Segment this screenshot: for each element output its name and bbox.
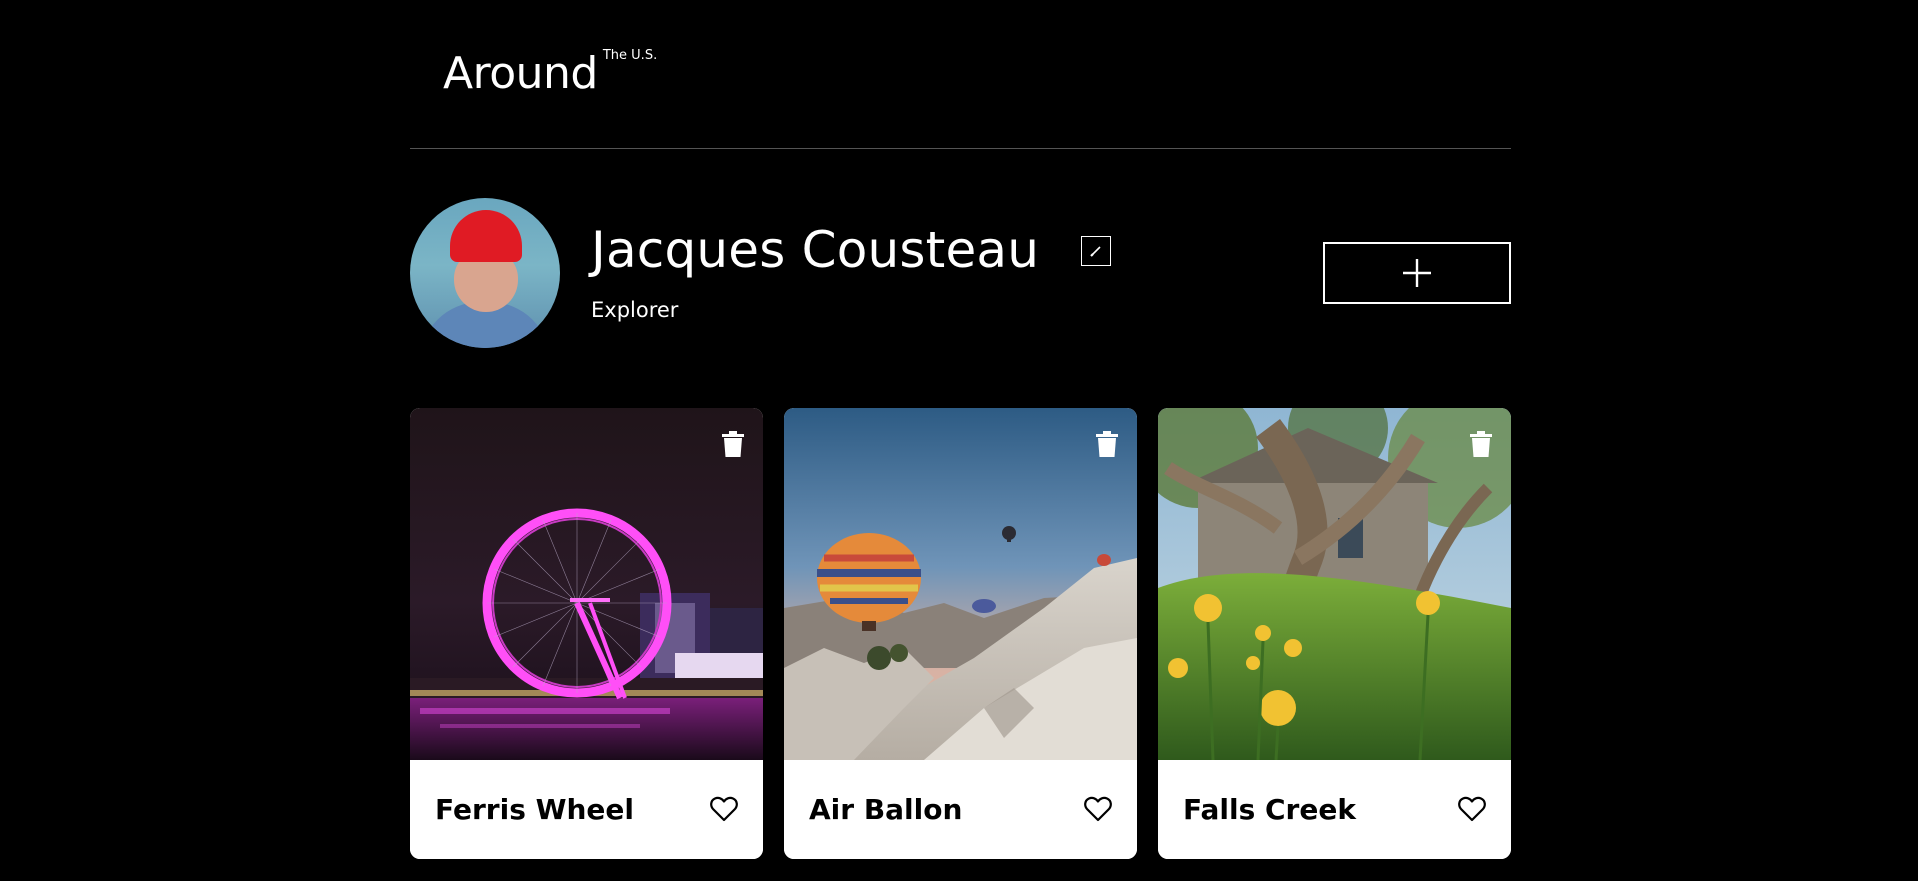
- add-place-button[interactable]: [1323, 242, 1511, 304]
- logo-main-text: Around: [443, 48, 598, 99]
- like-button[interactable]: [710, 796, 738, 822]
- delete-card-button[interactable]: [1469, 430, 1493, 458]
- page: Around The U.S. Jacques Cousteau Explore…: [0, 0, 1918, 881]
- profile-occupation: Explorer: [591, 298, 679, 322]
- forest-cabin-photo: [1158, 408, 1511, 760]
- like-button[interactable]: [1084, 796, 1112, 822]
- profile-name: Jacques Cousteau: [591, 221, 1040, 279]
- trash-icon: [1095, 430, 1119, 458]
- place-image[interactable]: [784, 408, 1137, 760]
- trash-icon: [1469, 430, 1493, 458]
- header: Around The U.S.: [410, 0, 1511, 149]
- delete-card-button[interactable]: [721, 430, 745, 458]
- like-button[interactable]: [1458, 796, 1486, 822]
- avatar-red-cap: [450, 210, 522, 262]
- card-footer: Ferris Wheel: [410, 760, 763, 859]
- profile-avatar[interactable]: [410, 198, 560, 348]
- edit-profile-button[interactable]: [1081, 236, 1111, 266]
- trash-icon: [721, 430, 745, 458]
- place-card: Ferris Wheel: [410, 408, 763, 859]
- profile: Jacques Cousteau Explorer: [410, 198, 1511, 350]
- ferris-wheel-photo: [410, 408, 763, 760]
- pencil-icon: [1082, 237, 1110, 265]
- card-title: Falls Creek: [1183, 793, 1356, 826]
- plus-icon: [1401, 257, 1433, 289]
- place-image[interactable]: [1158, 408, 1511, 760]
- hot-air-balloon-photo: [784, 408, 1137, 760]
- card-title: Air Ballon: [809, 793, 963, 826]
- place-image[interactable]: [410, 408, 763, 760]
- heart-icon: [1084, 796, 1112, 822]
- card-footer: Falls Creek: [1158, 760, 1511, 859]
- place-card: Falls Creek: [1158, 408, 1511, 859]
- logo-superscript: The U.S.: [602, 48, 658, 63]
- card-title: Ferris Wheel: [435, 793, 635, 826]
- places-grid: Ferris Wheel Air Ballon Falls Creek: [410, 408, 1511, 860]
- place-card: Air Ballon: [784, 408, 1137, 859]
- card-footer: Air Ballon: [784, 760, 1137, 859]
- heart-icon: [710, 796, 738, 822]
- delete-card-button[interactable]: [1095, 430, 1119, 458]
- heart-icon: [1458, 796, 1486, 822]
- logo: Around The U.S.: [443, 48, 657, 100]
